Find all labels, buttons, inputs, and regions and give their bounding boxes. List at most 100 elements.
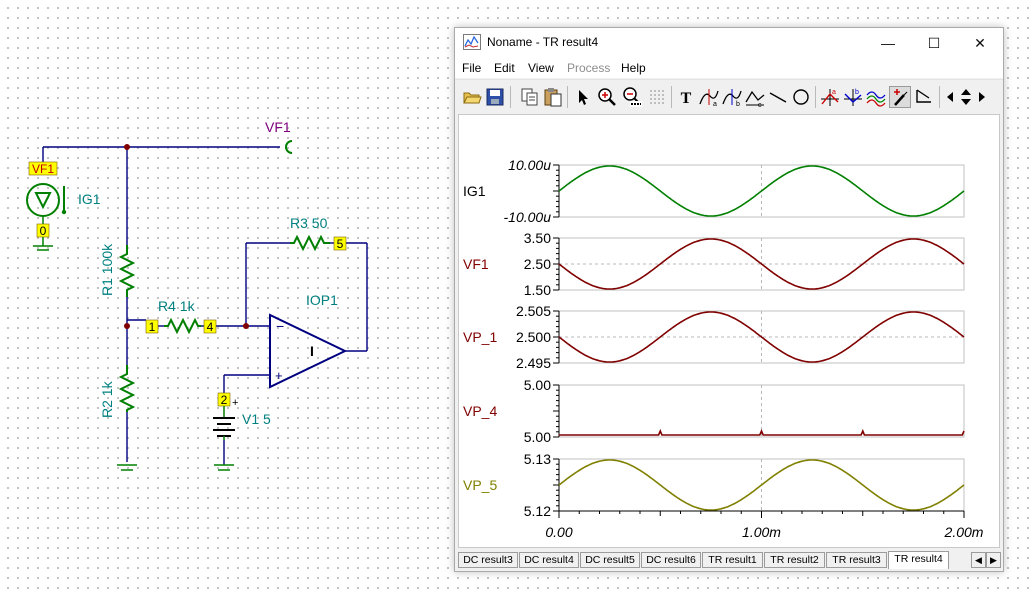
svg-text:T: T — [681, 90, 692, 107]
scroll-updown-icon[interactable] — [958, 86, 974, 108]
x-tick-label: 0.00 — [545, 524, 572, 540]
y-tick-label-vp-1: 2.505 — [516, 303, 551, 319]
svg-text:b: b — [736, 101, 740, 108]
close-button[interactable]: ✕ — [957, 28, 1003, 58]
y-tick-label-vp-1: 2.495 — [516, 355, 551, 371]
open-folder-icon[interactable] — [461, 86, 483, 108]
grid-icon[interactable] — [646, 86, 668, 108]
y-tick-label-vp-4: 5.00 — [524, 377, 551, 393]
plot-area[interactable]: 10.00u -10.00u IG1 3.50 2.50 1.50 VF1 2.505 2.50… — [458, 114, 1000, 548]
scroll-right-icon[interactable] — [975, 86, 989, 108]
vf1-probe-label: VF1 — [265, 119, 291, 135]
marker-b-icon[interactable]: b — [842, 86, 864, 108]
menu-bar: File Edit View Process Help — [455, 58, 1003, 78]
r4-resistor[interactable] — [164, 317, 201, 335]
vf1-probe-connector[interactable] — [285, 140, 293, 154]
window-title: Noname - TR result4 — [487, 35, 599, 49]
circle-tool-icon[interactable] — [790, 86, 812, 108]
tab-dc-result4[interactable]: DC result4 — [519, 552, 579, 568]
maximize-button[interactable]: ☐ — [911, 28, 957, 58]
ground-symbol-ig1 — [33, 237, 53, 251]
svg-text:a: a — [832, 89, 836, 96]
iop1-label: IOP1 — [306, 292, 338, 308]
copy-icon[interactable] — [519, 86, 541, 108]
menu-view[interactable]: View — [528, 61, 554, 75]
title-bar[interactable]: Noname - TR result4 — ☐ ✕ — [455, 28, 1003, 58]
y-tick-label-ig1: 10.00u — [508, 157, 551, 173]
tab-tr-result3[interactable]: TR result3 — [826, 552, 887, 568]
pointer-icon[interactable] — [571, 86, 593, 108]
y-tick-label-vp-5: 5.12 — [524, 503, 551, 519]
r2-label: R2 1k — [99, 380, 115, 418]
plots-svg[interactable]: 10.00u -10.00u IG1 3.50 2.50 1.50 VF1 2.505 2.50… — [459, 115, 999, 547]
node-2-text: 2 — [221, 393, 228, 407]
svg-text:a: a — [713, 101, 717, 108]
panel-label-vp-1: VP_1 — [463, 329, 497, 345]
text-tool-icon[interactable]: T — [675, 86, 697, 108]
panel-label-vp-4: VP_4 — [463, 403, 497, 419]
y-tick-label-ig1: -10.00u — [504, 209, 552, 225]
tab-tr-result4[interactable]: TR result4 — [888, 551, 949, 569]
arrow-tool-icon[interactable] — [913, 86, 935, 108]
line-tool-icon[interactable] — [767, 86, 789, 108]
zoom-in-icon[interactable] — [596, 86, 618, 108]
cursor-b-icon[interactable]: b — [721, 86, 743, 108]
r2-resistor[interactable] — [118, 365, 136, 412]
cursor-c-icon[interactable]: c — [744, 86, 766, 108]
y-tick-label-vf1: 1.50 — [524, 282, 551, 298]
r3-resistor[interactable] — [290, 234, 330, 252]
panel-label-vp-5: VP_5 — [463, 477, 497, 493]
cursor-a-icon[interactable]: a — [698, 86, 720, 108]
menu-process[interactable]: Process — [567, 61, 610, 75]
toolbar-separator — [671, 86, 672, 108]
tab-scroll-left-icon[interactable]: ◀ — [971, 552, 986, 568]
ground-node-text: 0 — [40, 224, 47, 238]
menu-edit[interactable]: Edit — [494, 61, 515, 75]
opamp-minus-sign: − — [276, 318, 284, 334]
v1-label: V1 5 — [242, 411, 271, 427]
tab-scroll-right-icon[interactable]: ▶ — [986, 552, 1001, 568]
panel-label-vf1: VF1 — [463, 256, 489, 272]
save-icon[interactable] — [484, 86, 506, 108]
schematic-canvas[interactable]: VF1 IG1 0 R1 100k R2 1k 1 R4 1k 4 R3 50 … — [0, 0, 450, 595]
toolbar-separator — [567, 86, 568, 108]
battery-plus-sign: + — [232, 397, 238, 409]
paste-icon[interactable] — [542, 86, 564, 108]
tab-dc-result5[interactable]: DC result5 — [580, 552, 640, 568]
toolbar: T a b c a b — [455, 79, 1003, 114]
ground-symbol-v1 — [214, 464, 234, 471]
tab-dc-result6[interactable]: DC result6 — [641, 552, 701, 568]
probe-pen-icon[interactable] — [889, 86, 911, 108]
x-tick-label: 1.00m — [742, 524, 781, 540]
tab-tr-result2[interactable]: TR result2 — [764, 552, 825, 568]
svg-text:b: b — [855, 89, 859, 96]
r3-label: R3 50 — [290, 215, 328, 231]
tab-bar: DC result3 DC result4 DC result5 DC resu… — [458, 551, 1001, 569]
tab-tr-result1[interactable]: TR result1 — [702, 552, 763, 568]
toolbar-separator — [815, 86, 816, 108]
minimize-button[interactable]: — — [865, 28, 911, 58]
node-1-text: 1 — [149, 320, 156, 334]
svg-text:c: c — [758, 102, 762, 108]
ig1-current-source[interactable] — [26, 183, 67, 224]
tab-dc-result3[interactable]: DC result3 — [458, 552, 518, 568]
vf1-source-tag-text: VF1 — [32, 162, 54, 176]
r1-resistor[interactable] — [118, 245, 136, 297]
x-tick-label: 2.00m — [944, 524, 984, 540]
zoom-100-icon[interactable] — [621, 86, 643, 108]
curves-icon[interactable] — [865, 86, 887, 108]
menu-file[interactable]: File — [462, 61, 481, 75]
v1-battery[interactable] — [213, 406, 235, 440]
toolbar-separator — [510, 86, 511, 108]
panel-label-ig1: IG1 — [463, 183, 486, 199]
menu-help[interactable]: Help — [621, 61, 646, 75]
r1-label: R1 100k — [99, 243, 115, 296]
y-tick-label-vf1: 2.50 — [524, 256, 551, 272]
marker-a-icon[interactable]: a — [819, 86, 841, 108]
y-tick-label-vp-4: 5.00 — [524, 429, 551, 445]
ground-symbol-r2 — [117, 464, 137, 471]
y-tick-label-vp-5: 5.13 — [524, 451, 551, 467]
toolbar-separator — [939, 86, 940, 108]
tr-result-window[interactable]: Noname - TR result4 — ☐ ✕ File Edit View… — [454, 27, 1004, 572]
scroll-left-icon[interactable] — [943, 86, 957, 108]
